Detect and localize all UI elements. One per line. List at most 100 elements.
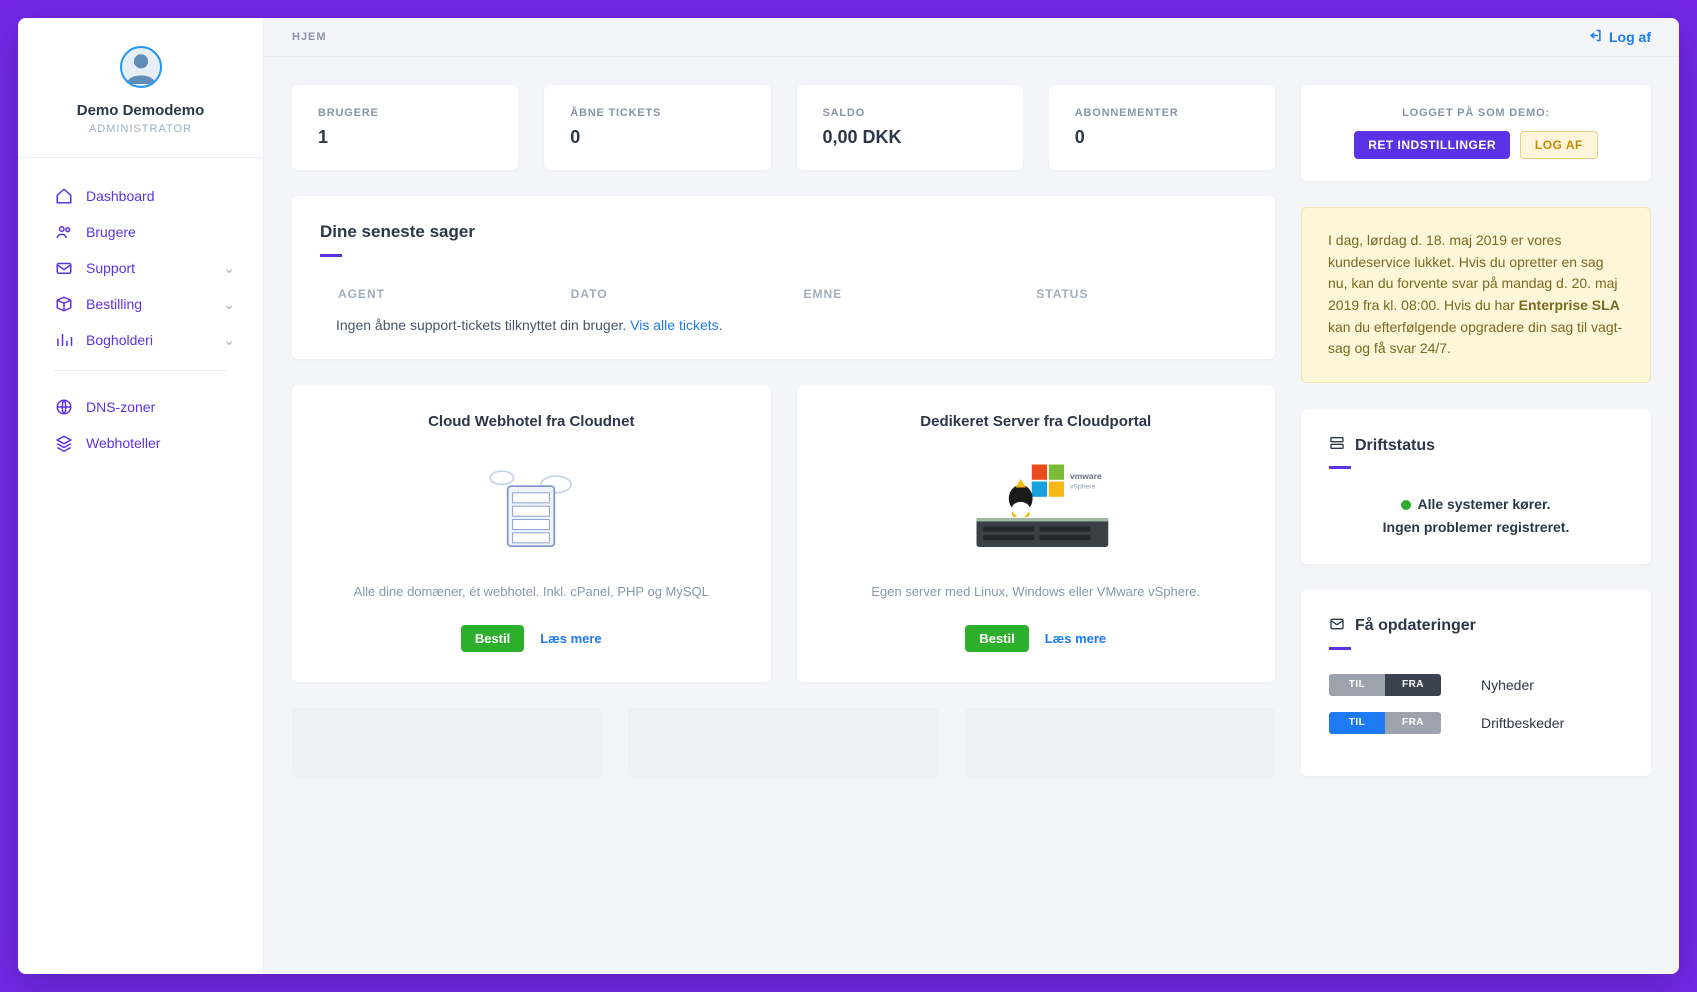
stat-label: ÅBNE TICKETS: [570, 107, 744, 119]
sidebar-item-dnszoner[interactable]: DNS-zoner: [26, 389, 255, 425]
stat-label: SALDO: [823, 107, 997, 119]
title-underline: [1329, 466, 1351, 469]
product-title: Dedikeret Server fra Cloudportal: [821, 413, 1252, 430]
chevron-down-icon: ⌄: [223, 260, 235, 277]
home-icon: [54, 186, 74, 206]
table-header: AGENT DATO EMNE STATUS: [320, 281, 1247, 317]
product-desc: Egen server med Linux, Windows eller VMw…: [821, 582, 1252, 603]
product-title: Cloud Webhotel fra Cloudnet: [316, 413, 747, 430]
sidebar-item-bogholderi[interactable]: Bogholderi ⌄: [26, 322, 255, 358]
stat-card-brugere: BRUGERE 1: [292, 85, 518, 170]
stat-value: 0: [570, 127, 744, 148]
stat-card-tickets: ÅBNE TICKETS 0: [544, 85, 770, 170]
product-card-webhotel: Cloud Webhotel fra Cloudnet: [292, 385, 771, 682]
order-button[interactable]: Bestil: [965, 625, 1028, 652]
stats-row: BRUGERE 1 ÅBNE TICKETS 0 SALDO 0,00 DKK …: [292, 85, 1275, 170]
product-card-server: Dedikeret Server fra Cloudportal vmware …: [797, 385, 1276, 682]
sidebar-item-label: Dashboard: [86, 188, 155, 204]
section-header: Få opdateringer: [1329, 616, 1623, 637]
recent-tickets-panel: Dine seneste sager AGENT DATO EMNE STATU…: [292, 196, 1275, 359]
table-col-dato: DATO: [571, 287, 764, 301]
table-col-status: STATUS: [1036, 287, 1229, 301]
sidebar-profile: Demo Demodemo ADMINISTRATOR: [18, 18, 263, 158]
toggle-row-ops: TIL FRA Driftbeskeder: [1329, 712, 1623, 734]
edit-settings-button[interactable]: RET INDSTILLINGER: [1354, 131, 1510, 159]
table-col-agent: AGENT: [338, 287, 531, 301]
status-dot-icon: [1401, 500, 1411, 510]
title-underline: [320, 254, 342, 257]
toggle-off-label: FRA: [1385, 674, 1441, 696]
stat-value: 0: [1075, 127, 1249, 148]
section-header: Driftstatus: [1329, 435, 1623, 456]
table-col-emne: EMNE: [804, 287, 997, 301]
sidebar-nav: Dashboard Brugere Support ⌄ Bestilling ⌄…: [18, 158, 263, 481]
status-text: Alle systemer kører. Ingen problemer reg…: [1329, 493, 1623, 538]
toggle-label: Nyheder: [1481, 677, 1534, 693]
sidebar-item-webhoteller[interactable]: Webhoteller: [26, 425, 255, 461]
chevron-down-icon: ⌄: [223, 332, 235, 349]
sidebar-item-label: Bestilling: [86, 296, 142, 312]
topbar: HJEM Log af: [264, 18, 1679, 57]
logout-link[interactable]: Log af: [1588, 28, 1651, 46]
updates-panel: Få opdateringer TIL FRA Nyheder TIL: [1301, 590, 1651, 776]
empty-tickets-message: Ingen åbne support-tickets tilknyttet di…: [320, 317, 1247, 333]
stat-value: 0,00 DKK: [823, 127, 997, 148]
chart-icon: [54, 330, 74, 350]
server-icon: [1329, 435, 1345, 456]
sidebar-item-label: Bogholderi: [86, 332, 153, 348]
sidebar-item-dashboard[interactable]: Dashboard: [26, 178, 255, 214]
toggle-off-label: FRA: [1385, 712, 1441, 734]
logged-in-card: LOGGET PÅ SOM DEMO: RET INDSTILLINGER LO…: [1301, 85, 1651, 181]
users-icon: [54, 222, 74, 242]
toggle-label: Driftbeskeder: [1481, 715, 1564, 731]
order-button[interactable]: Bestil: [461, 625, 524, 652]
profile-role: ADMINISTRATOR: [38, 123, 243, 135]
svg-text:vSphere: vSphere: [1070, 483, 1096, 490]
left-column: BRUGERE 1 ÅBNE TICKETS 0 SALDO 0,00 DKK …: [292, 85, 1275, 778]
sidebar: Demo Demodemo ADMINISTRATOR Dashboard Br…: [18, 18, 264, 974]
product-illustration: [316, 452, 747, 562]
sidebar-item-support[interactable]: Support ⌄: [26, 250, 255, 286]
toggle-row-news: TIL FRA Nyheder: [1329, 674, 1623, 696]
service-notice: I dag, lørdag d. 18. maj 2019 er vores k…: [1301, 207, 1651, 383]
nav-divider: [54, 370, 227, 371]
sidebar-item-bestilling[interactable]: Bestilling ⌄: [26, 286, 255, 322]
placeholder-card: [292, 708, 602, 778]
placeholder-row: [292, 708, 1275, 778]
toggle-on-label: TIL: [1329, 712, 1385, 734]
sidebar-item-label: Webhoteller: [86, 435, 160, 451]
content: BRUGERE 1 ÅBNE TICKETS 0 SALDO 0,00 DKK …: [264, 57, 1679, 830]
logout-button[interactable]: LOG AF: [1520, 131, 1598, 159]
globe-icon: [54, 397, 74, 417]
title-underline: [1329, 647, 1351, 650]
sidebar-item-brugere[interactable]: Brugere: [26, 214, 255, 250]
main: HJEM Log af BRUGERE 1 ÅBNE TICKETS 0: [264, 18, 1679, 974]
sidebar-item-label: DNS-zoner: [86, 399, 155, 415]
mail-heart-icon: [54, 258, 74, 278]
toggle-ops[interactable]: TIL FRA: [1329, 712, 1441, 734]
product-row: Cloud Webhotel fra Cloudnet: [292, 385, 1275, 682]
toggle-news[interactable]: TIL FRA: [1329, 674, 1441, 696]
avatar: [120, 46, 162, 88]
svg-text:vmware: vmware: [1070, 471, 1102, 481]
product-actions: Bestil Læs mere: [821, 625, 1252, 652]
panel-title: Dine seneste sager: [320, 222, 1247, 242]
placeholder-card: [628, 708, 938, 778]
logout-icon: [1588, 28, 1603, 46]
read-more-link[interactable]: Læs mere: [540, 631, 601, 646]
box-icon: [54, 294, 74, 314]
stat-label: BRUGERE: [318, 107, 492, 119]
app-shell: Demo Demodemo ADMINISTRATOR Dashboard Br…: [18, 18, 1679, 974]
product-desc: Alle dine domæner, ét webhotel. Inkl. cP…: [316, 582, 747, 603]
stat-value: 1: [318, 127, 492, 148]
profile-name: Demo Demodemo: [38, 102, 243, 119]
logout-label: Log af: [1609, 29, 1651, 45]
product-illustration: vmware vSphere: [821, 452, 1252, 562]
show-all-tickets-link[interactable]: Vis alle tickets: [630, 317, 718, 333]
right-column: LOGGET PÅ SOM DEMO: RET INDSTILLINGER LO…: [1301, 85, 1651, 802]
product-actions: Bestil Læs mere: [316, 625, 747, 652]
logged-in-label: LOGGET PÅ SOM DEMO:: [1321, 107, 1631, 119]
stat-card-saldo: SALDO 0,00 DKK: [797, 85, 1023, 170]
stat-card-abonnementer: ABONNEMENTER 0: [1049, 85, 1275, 170]
read-more-link[interactable]: Læs mere: [1045, 631, 1106, 646]
